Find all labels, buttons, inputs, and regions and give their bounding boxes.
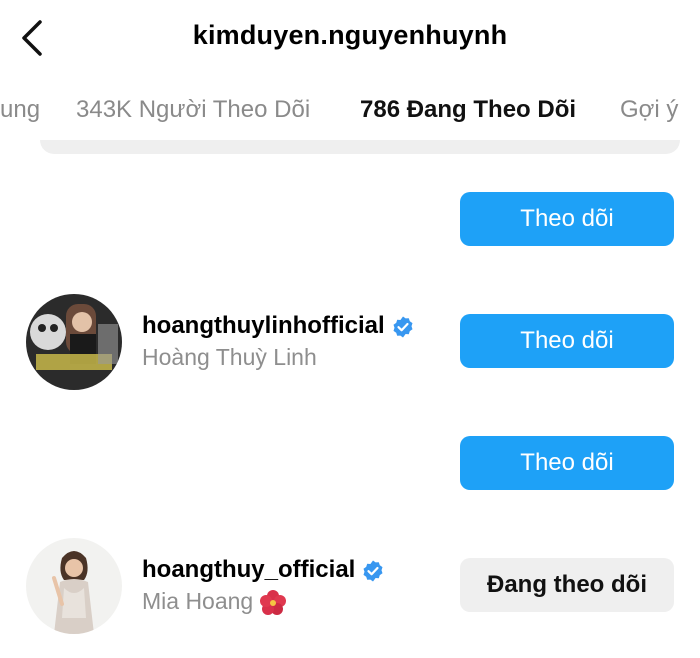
username-text[interactable]: hoangthuy_official	[142, 556, 385, 584]
following-button[interactable]: Đang theo dõi	[460, 558, 674, 612]
full-name: Mia Hoang	[142, 588, 254, 614]
full-name-container: Mia Hoang	[142, 588, 287, 617]
list-item[interactable]: Theo dõi	[0, 170, 700, 292]
list-item[interactable]: Theo dõi	[0, 414, 700, 536]
top-bar: kimduyen.nguyenhuynh	[0, 0, 700, 78]
username-text[interactable]: hoangthuylinhofficial	[142, 312, 415, 340]
avatar[interactable]	[26, 294, 122, 390]
follow-button[interactable]: Theo dõi	[460, 314, 674, 368]
list-item[interactable]: hoangthuylinhofficial Hoàng Thuỳ Linh Th…	[0, 292, 700, 414]
verified-badge-icon	[363, 560, 383, 582]
verified-badge-icon	[393, 316, 413, 338]
tab-following[interactable]: 786 Đang Theo Dõi	[360, 96, 576, 124]
tab-suggested[interactable]: Gợi ý	[620, 96, 678, 124]
avatar-image	[26, 538, 122, 634]
hibiscus-flower-icon	[260, 589, 287, 615]
follow-tabs: ung 343K Người Theo Dõi 786 Đang Theo Dõ…	[0, 78, 700, 148]
avatar-image	[26, 294, 122, 390]
username-label: hoangthuylinhofficial	[142, 312, 385, 339]
full-name: Hoàng Thuỳ Linh	[142, 344, 317, 370]
follow-button[interactable]: Theo dõi	[460, 192, 674, 246]
list-item[interactable]: hoangthuy_official Mia Hoang Đang theo d…	[0, 536, 700, 658]
tab-mutual[interactable]: ung	[0, 96, 40, 124]
username-label: hoangthuy_official	[142, 556, 356, 583]
follow-button[interactable]: Theo dõi	[460, 436, 674, 490]
search-bar-edge[interactable]	[40, 140, 680, 154]
tab-followers[interactable]: 343K Người Theo Dõi	[76, 96, 310, 124]
avatar[interactable]	[26, 538, 122, 634]
profile-username-title: kimduyen.nguyenhuynh	[192, 20, 508, 50]
